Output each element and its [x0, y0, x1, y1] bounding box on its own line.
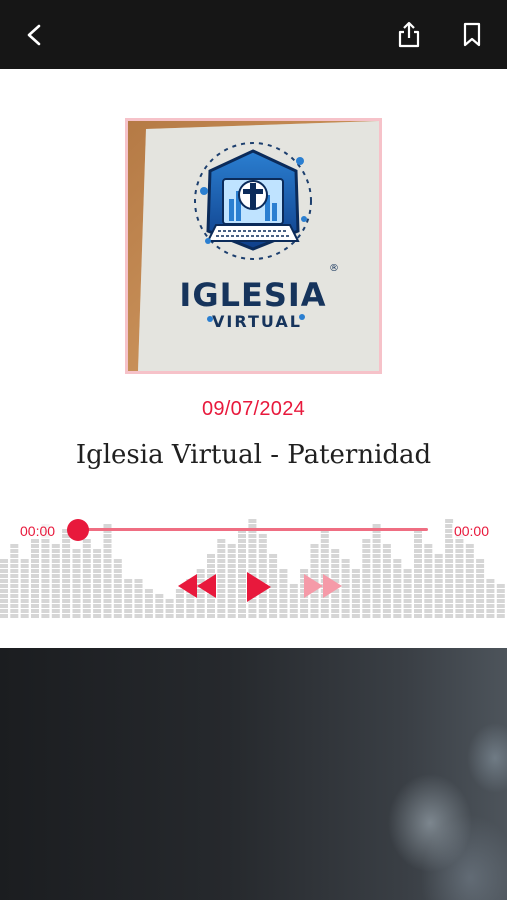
share-button[interactable] — [388, 14, 430, 56]
share-icon — [398, 21, 420, 48]
progress-track[interactable] — [78, 528, 428, 531]
play-button[interactable] — [245, 571, 273, 608]
episode-date: 09/07/2024 — [201, 398, 306, 420]
progress-thumb[interactable] — [67, 519, 89, 541]
rewind-button[interactable] — [176, 571, 218, 606]
episode-title: Iglesia Virtual - Paternidad — [75, 440, 432, 470]
bookmark-icon — [463, 22, 481, 47]
logo-emblem — [194, 142, 312, 260]
total-time: 00:00 — [451, 523, 491, 539]
bookmark-button[interactable] — [451, 14, 493, 56]
play-icon — [247, 572, 271, 602]
back-button[interactable] — [14, 14, 56, 56]
chevron-left-icon — [27, 24, 41, 46]
logo-registered-mark: ® — [329, 263, 339, 274]
fast-forward-icon — [304, 574, 342, 598]
audio-player: 00:00 00:00 — [0, 515, 507, 620]
background-image — [0, 648, 507, 900]
episode-artwork: IGLESIA ® VIRTUAL — [125, 118, 382, 374]
fast-forward-button[interactable] — [302, 571, 344, 606]
logo-text-line1: IGLESIA — [179, 276, 326, 314]
rewind-icon — [178, 574, 216, 598]
current-time: 00:00 — [18, 523, 58, 539]
app-header — [0, 0, 507, 69]
logo-text-line2: VIRTUAL — [212, 312, 302, 331]
